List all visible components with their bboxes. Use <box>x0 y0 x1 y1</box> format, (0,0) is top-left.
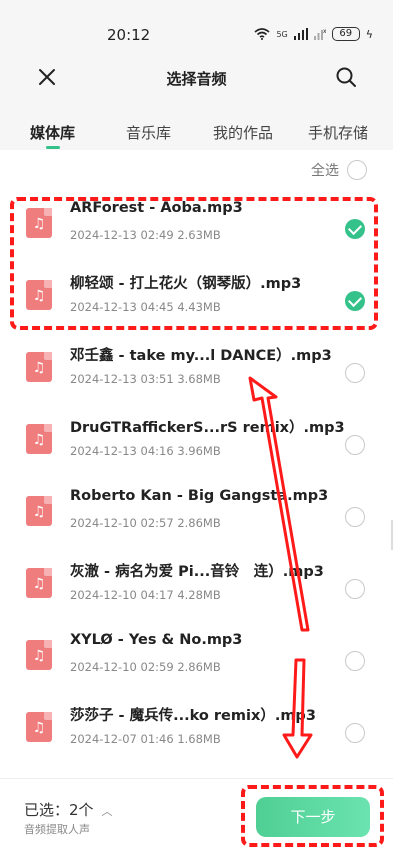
extract-vocals-label: 音频提取人声 <box>24 823 90 836</box>
file-meta: 2024-12-10 04:17 4.28MB <box>70 588 221 602</box>
music-file-icon: ♫ <box>26 712 52 742</box>
file-name: XYLØ - Yes & No.mp3 <box>70 632 243 648</box>
tab-bar: 媒体库 音乐库 我的作品 手机存储 <box>0 100 393 150</box>
music-file-icon: ♫ <box>26 496 52 526</box>
tab-music-library[interactable]: 音乐库 <box>126 122 171 143</box>
file-name: Roberto Kan - Big Gangsta.mp3 <box>70 488 329 504</box>
select-all-label: 全选 <box>311 163 339 179</box>
file-checkbox[interactable] <box>345 651 365 671</box>
charging-icon: ϟ <box>365 27 373 41</box>
music-file-icon: ♫ <box>26 424 52 454</box>
file-checkbox[interactable] <box>345 435 365 455</box>
wifi-icon <box>254 28 270 40</box>
file-name: 灰澈 - 病名为爱 Pi...音铃 连）.mp3 <box>70 564 324 580</box>
annotation-next-button-box <box>241 785 384 847</box>
svg-text:x: x <box>323 28 326 35</box>
status-icons: 5G x 69 ϟ <box>254 27 373 41</box>
search-button[interactable] <box>335 66 357 88</box>
tab-phone-storage[interactable]: 手机存储 <box>308 122 368 143</box>
signal-label: 5G <box>276 29 288 39</box>
tab-media-library[interactable]: 媒体库 <box>30 122 75 143</box>
file-meta: 2024-12-10 02:59 2.86MB <box>70 660 221 674</box>
music-file-icon: ♫ <box>26 640 52 670</box>
file-name: 邓壬鑫 - take my...l DANCE）.mp3 <box>70 348 332 364</box>
file-meta: 2024-12-07 01:46 1.68MB <box>70 732 221 746</box>
list-item[interactable]: ♫ Roberto Kan - Big Gangsta.mp3 2024-12-… <box>0 474 393 546</box>
header: 选择音频 <box>0 56 393 100</box>
file-name: DruGTRaffickerS...rS remix）.mp3 <box>70 420 345 436</box>
music-file-icon: ♫ <box>26 568 52 598</box>
annotation-selected-files-box <box>10 197 378 330</box>
status-time: 20:12 <box>107 26 151 44</box>
list-item[interactable]: ♫ 邓壬鑫 - take my...l DANCE）.mp3 2024-12-1… <box>0 330 393 402</box>
file-meta: 2024-12-13 03:51 3.68MB <box>70 372 221 386</box>
status-bar: 20:12 5G x 69 ϟ <box>0 0 393 56</box>
chevron-up-icon: ︿ <box>101 805 113 818</box>
file-meta: 2024-12-10 02:57 2.86MB <box>70 516 221 530</box>
list-item[interactable]: ♫ 灰澈 - 病名为爱 Pi...音铃 连）.mp3 2024-12-10 04… <box>0 546 393 618</box>
file-checkbox[interactable] <box>345 363 365 383</box>
music-file-icon: ♫ <box>26 352 52 382</box>
file-name: 莎莎子 - 魔兵传...ko remix）.mp3 <box>70 708 316 724</box>
list-item[interactable]: ♫ XYLØ - Yes & No.mp3 2024-12-10 02:59 2… <box>0 618 393 690</box>
battery-indicator: 69 <box>331 27 360 41</box>
signal-icon <box>293 28 308 40</box>
file-checkbox[interactable] <box>345 507 365 527</box>
file-checkbox[interactable] <box>345 723 365 743</box>
select-all-checkbox[interactable] <box>347 160 367 180</box>
list-item[interactable]: ♫ DruGTRaffickerS...rS remix）.mp3 2024-1… <box>0 402 393 474</box>
select-all[interactable]: 全选 <box>311 160 367 180</box>
tab-my-works[interactable]: 我的作品 <box>213 122 273 143</box>
file-checkbox[interactable] <box>345 579 365 599</box>
file-meta: 2024-12-13 04:16 3.96MB <box>70 444 221 458</box>
search-icon <box>336 67 356 87</box>
selected-count[interactable]: 已选：2个 ︿ <box>24 799 113 820</box>
tab-active-indicator <box>46 146 60 149</box>
signal-icon-2: x <box>313 28 326 40</box>
list-item[interactable]: ♫ 莎莎子 - 魔兵传...ko remix）.mp3 2024-12-07 0… <box>0 690 393 762</box>
